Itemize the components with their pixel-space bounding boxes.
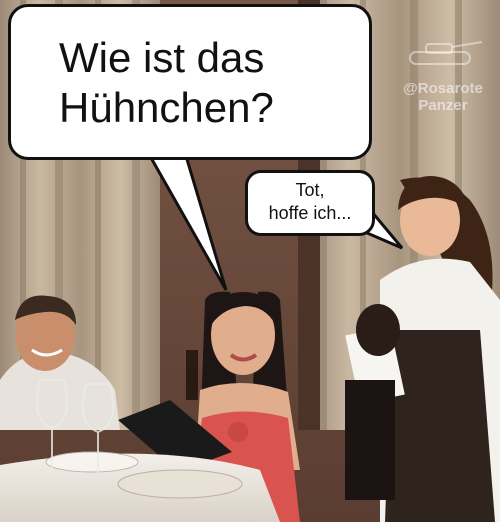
- wine-bottle: [186, 350, 198, 400]
- tank-logo-icon: [409, 41, 483, 65]
- watermark: @Rosarote Panzer: [403, 80, 483, 114]
- waitress-answer-text: Tot, hoffe ich...: [268, 180, 352, 223]
- meme-image: Wie ist das Hühnchen? Tot, hoffe ich... …: [0, 0, 500, 522]
- speech-bubble-waitress: Tot, hoffe ich...: [245, 170, 375, 236]
- customer-question-text: Wie ist das Hühnchen?: [59, 34, 274, 131]
- speech-bubble-customer: Wie ist das Hühnchen?: [8, 4, 372, 160]
